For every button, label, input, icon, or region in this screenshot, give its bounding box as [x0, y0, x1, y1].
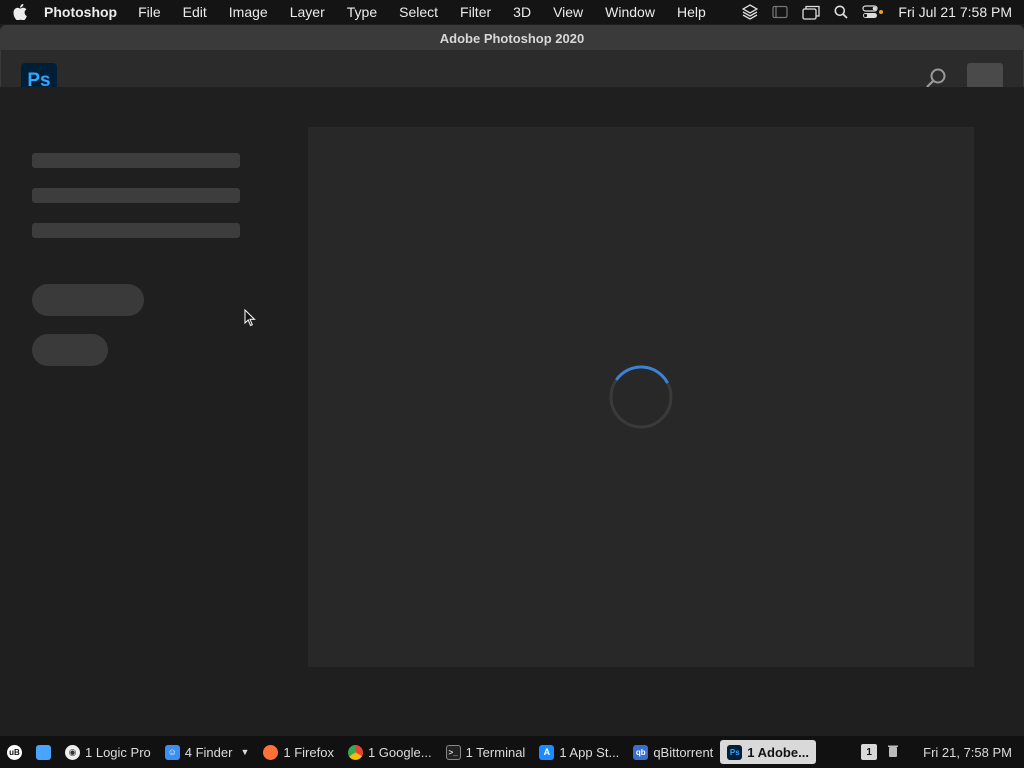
terminal-icon: >_: [445, 744, 461, 760]
taskbar-item-label: 1 Terminal: [465, 744, 526, 760]
chevron-down-icon[interactable]: ▼: [240, 747, 249, 757]
taskbar-item-finder[interactable]: ☺ 4 Finder ▼: [158, 740, 257, 764]
chrome-icon: [347, 744, 363, 760]
taskbar: uB ◉ 1 Logic Pro ☺ 4 Finder ▼ 1 Firefox …: [0, 736, 1024, 768]
desktop-icon: [36, 744, 51, 760]
menu-app-name[interactable]: Photoshop: [40, 4, 127, 20]
search-icon[interactable]: [834, 5, 849, 19]
menubar-clock[interactable]: Fri Jul 21 7:58 PM: [898, 4, 1012, 20]
layers-icon[interactable]: [742, 4, 759, 20]
taskbar-item-photoshop[interactable]: Ps 1 Adobe...: [720, 740, 816, 764]
firefox-icon: [263, 744, 279, 760]
menu-layer[interactable]: Layer: [279, 4, 336, 20]
skeleton-button: [32, 334, 108, 366]
menu-select[interactable]: Select: [388, 4, 449, 20]
taskbar-item-label: 4 Finder: [184, 744, 233, 760]
ubar-icon: uB: [7, 744, 22, 760]
menu-help[interactable]: Help: [666, 4, 717, 20]
taskbar-item-chrome[interactable]: 1 Google...: [341, 740, 439, 764]
canvas-placeholder: [308, 127, 974, 667]
desktop-button[interactable]: [29, 740, 58, 764]
apple-menu-icon[interactable]: [0, 4, 40, 20]
mouse-cursor-icon: [244, 309, 256, 327]
menu-file[interactable]: File: [127, 4, 172, 20]
menu-bar: Photoshop File Edit Image Layer Type Sel…: [0, 0, 1024, 24]
taskbar-item-firefox[interactable]: 1 Firefox: [256, 740, 341, 764]
desktop-badge[interactable]: 1: [861, 744, 878, 760]
menu-type[interactable]: Type: [336, 4, 388, 20]
menu-3d[interactable]: 3D: [502, 4, 542, 20]
logic-pro-icon: ◉: [65, 744, 80, 760]
taskbar-item-qbittorrent[interactable]: qb qBittorrent: [626, 740, 720, 764]
taskbar-item-label: 1 Google...: [367, 744, 432, 760]
taskbar-item-label: 1 Logic Pro: [85, 744, 151, 760]
trash-icon[interactable]: [887, 744, 899, 761]
skeleton-button: [32, 284, 144, 316]
finder-icon: ☺: [164, 744, 180, 760]
taskbar-item-logic-pro[interactable]: ◉ 1 Logic Pro: [58, 740, 158, 764]
loading-content: [0, 87, 1024, 768]
taskbar-clock[interactable]: Fri 21, 7:58 PM: [923, 745, 1012, 760]
menu-window[interactable]: Window: [594, 4, 666, 20]
control-center-icon[interactable]: [862, 5, 884, 19]
skeleton-line: [32, 223, 240, 238]
taskbar-item-label: qBittorrent: [653, 744, 714, 760]
menu-filter[interactable]: Filter: [449, 4, 502, 20]
taskbar-item-terminal[interactable]: >_ 1 Terminal: [439, 740, 533, 764]
skeleton-line: [32, 153, 240, 168]
taskbar-item-label: 1 App St...: [559, 744, 620, 760]
taskbar-item-label: 1 Firefox: [283, 744, 334, 760]
taskbar-item-app-store[interactable]: A 1 App St...: [532, 740, 626, 764]
menu-view[interactable]: View: [542, 4, 594, 20]
ubar-button[interactable]: uB: [0, 740, 29, 764]
menu-image[interactable]: Image: [218, 4, 279, 20]
window-title: Adobe Photoshop 2020: [1, 26, 1023, 50]
skeleton-line: [32, 188, 240, 203]
loading-spinner-icon: [609, 365, 673, 429]
qbittorrent-icon: qb: [633, 744, 649, 760]
app-store-icon: A: [539, 744, 555, 760]
screen-icon[interactable]: [772, 5, 788, 19]
photoshop-icon: Ps: [727, 744, 743, 760]
taskbar-item-label: 1 Adobe...: [747, 744, 809, 760]
menu-edit[interactable]: Edit: [172, 4, 218, 20]
windows-icon[interactable]: [802, 5, 821, 20]
